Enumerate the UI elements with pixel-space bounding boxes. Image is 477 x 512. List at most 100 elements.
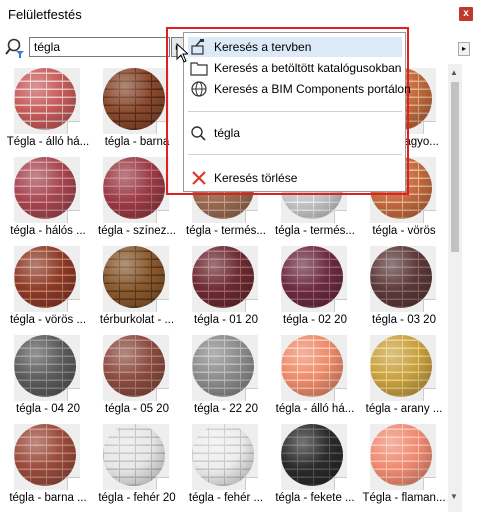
thumbnail-corner — [156, 210, 169, 223]
menu-item-clear-search[interactable]: Keresés törlése — [188, 168, 402, 188]
material-thumbnail — [103, 335, 169, 401]
material-label: térburkolat - ... — [99, 314, 175, 326]
material-label: tégla - 01 20 — [194, 314, 258, 326]
thumbnail-corner — [423, 121, 436, 134]
scroll-up-icon[interactable]: ▲ — [450, 68, 458, 77]
material-thumbnail — [281, 424, 347, 490]
material-thumbnail — [14, 335, 80, 401]
material-thumbnail — [14, 68, 80, 134]
material-tile[interactable]: tégla - fekete ... — [271, 420, 359, 508]
thumbnail-corner — [67, 388, 80, 401]
material-label: tégla - 03 20 — [372, 314, 436, 326]
material-tile[interactable]: tégla - hálós ... — [4, 153, 92, 241]
material-tile[interactable]: Tégla - álló há... — [4, 64, 92, 152]
menu-item-search-in-project[interactable]: Keresés a tervben — [188, 37, 402, 57]
material-label: tégla - 02 20 — [283, 314, 347, 326]
thumbnail-corner — [334, 299, 347, 312]
material-label: Tégla - álló há... — [6, 136, 90, 148]
thumbnail-corner — [67, 299, 80, 312]
material-tile[interactable]: tégla - 01 20 — [182, 242, 270, 330]
material-label: tégla - fehér 20 — [98, 492, 176, 504]
search-icon — [190, 125, 208, 141]
paint-bucket-icon — [190, 39, 208, 55]
material-tile[interactable]: Tégla - flaman... — [360, 420, 446, 508]
material-label: tégla - barna ... — [9, 492, 87, 504]
thumbnail-corner — [334, 477, 347, 490]
material-tile[interactable]: tégla - 02 20 — [271, 242, 359, 330]
search-input[interactable]: tégla — [29, 37, 170, 57]
material-label: tégla - termés... — [186, 225, 266, 237]
material-thumbnail — [370, 246, 436, 312]
thumbnail-corner — [245, 388, 258, 401]
mouse-cursor-icon — [176, 42, 190, 66]
thumbnail-corner — [156, 299, 169, 312]
red-x-icon — [190, 170, 208, 186]
material-label: tégla - fekete ... — [275, 492, 355, 504]
material-thumbnail — [14, 424, 80, 490]
thumbnail-corner — [245, 477, 258, 490]
material-thumbnail — [14, 157, 80, 223]
material-label: tégla - vörös ... — [9, 314, 87, 326]
thumbnail-corner — [334, 388, 347, 401]
title-bar: Felületfestés x — [0, 0, 477, 30]
menu-item-search-term[interactable]: tégla — [188, 123, 402, 143]
material-tile[interactable]: tégla - 22 20 — [182, 331, 270, 419]
thumbnail-corner — [423, 210, 436, 223]
menu-separator — [188, 111, 402, 112]
material-tile[interactable]: térburkolat - ... — [93, 242, 181, 330]
material-thumbnail — [192, 335, 258, 401]
material-tile[interactable]: tégla - 04 20 — [4, 331, 92, 419]
material-tile[interactable]: tégla - vörös ... — [4, 242, 92, 330]
vertical-scrollbar[interactable]: ▲ ▼ — [448, 64, 462, 512]
thumbnail-corner — [156, 388, 169, 401]
material-tile[interactable]: tégla - 03 20 — [360, 242, 446, 330]
material-label: tégla - 04 20 — [16, 403, 80, 415]
search-filter-icon[interactable] — [5, 37, 27, 59]
material-tile[interactable]: tégla - arany ... — [360, 331, 446, 419]
material-label: tégla - vörös — [372, 225, 436, 237]
thumbnail-corner — [245, 210, 258, 223]
material-thumbnail — [192, 424, 258, 490]
search-options-menu: Keresés a tervben Keresés a betöltött ka… — [183, 32, 411, 192]
material-label: tégla - 05 20 — [105, 403, 169, 415]
material-tile[interactable]: tégla - 05 20 — [93, 331, 181, 419]
thumbnail-corner — [423, 299, 436, 312]
material-label: tégla - színez... — [98, 225, 176, 237]
thumbnail-corner — [67, 477, 80, 490]
thumbnail-corner — [67, 121, 80, 134]
material-label: tégla - arany ... — [365, 403, 443, 415]
thumbnail-corner — [423, 388, 436, 401]
panel-expand-button[interactable]: ▸ — [458, 42, 470, 56]
material-label: tégla - 22 20 — [194, 403, 258, 415]
material-thumbnail — [370, 424, 436, 490]
material-tile[interactable]: tégla - barna ... — [4, 420, 92, 508]
thumbnail-corner — [423, 477, 436, 490]
material-label: tégla - termés... — [275, 225, 355, 237]
material-thumbnail — [14, 246, 80, 312]
material-tile[interactable]: tégla - fehér 20 — [93, 420, 181, 508]
material-label: Tégla - flaman... — [362, 492, 446, 504]
material-tile[interactable]: tégla - fehér ... — [182, 420, 270, 508]
thumbnail-corner — [156, 477, 169, 490]
globe-icon — [190, 81, 208, 97]
material-thumbnail — [370, 335, 436, 401]
menu-separator — [188, 154, 402, 155]
material-thumbnail — [103, 246, 169, 312]
material-thumbnail — [103, 424, 169, 490]
thumbnail-corner — [67, 210, 80, 223]
material-tile[interactable]: tégla - álló há... — [271, 331, 359, 419]
material-thumbnail — [281, 335, 347, 401]
folder-icon — [190, 60, 208, 76]
material-thumbnail — [281, 246, 347, 312]
menu-item-search-loaded-catalogs[interactable]: Keresés a betöltött katalógusokban — [188, 58, 402, 78]
menu-item-search-bim-components[interactable]: Keresés a BIM Components portálon — [188, 79, 411, 99]
scroll-down-icon[interactable]: ▼ — [450, 492, 458, 501]
window-title: Felületfestés — [8, 7, 82, 22]
material-thumbnail — [103, 157, 169, 223]
material-thumbnail — [192, 246, 258, 312]
close-button[interactable]: x — [459, 7, 473, 21]
material-label: tégla - hálós ... — [10, 225, 86, 237]
thumbnail-corner — [334, 210, 347, 223]
scroll-thumb[interactable] — [451, 82, 459, 252]
material-thumbnail — [103, 68, 169, 134]
